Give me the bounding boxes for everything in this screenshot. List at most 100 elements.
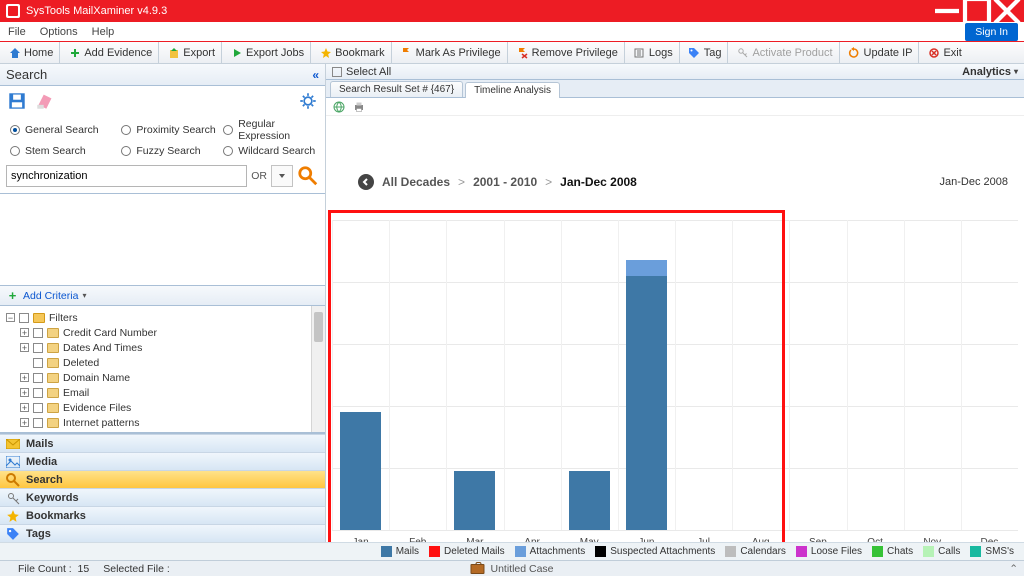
legend-label: Calls	[938, 546, 960, 557]
tree-item[interactable]: +Email	[2, 385, 323, 400]
remove-priv-label: Remove Privilege	[532, 47, 618, 59]
export-button[interactable]: Export	[161, 42, 222, 63]
export-icon	[167, 46, 180, 59]
exit-icon	[927, 46, 940, 59]
search-title: Search	[6, 67, 47, 82]
radio-label: Stem Search	[25, 145, 86, 157]
plus-icon	[68, 46, 81, 59]
operator-dropdown[interactable]	[271, 165, 293, 187]
radio-stem-search[interactable]: Stem Search	[10, 145, 115, 157]
radio-proximity-search[interactable]: Proximity Search	[121, 118, 217, 142]
legend-swatch	[725, 546, 736, 557]
print-icon[interactable]	[352, 100, 366, 114]
gear-icon[interactable]	[299, 92, 317, 110]
tag-button[interactable]: Tag	[682, 42, 729, 63]
nav-item-search[interactable]: Search	[0, 470, 325, 488]
nav-item-mails[interactable]: Mails	[0, 434, 325, 452]
tree-item[interactable]: +Dates And Times	[2, 340, 323, 355]
legend-swatch	[381, 546, 392, 557]
exit-button[interactable]: Exit	[921, 42, 967, 63]
tree-scrollbar[interactable]	[311, 306, 325, 432]
tree-item[interactable]: +Credit Card Number	[2, 325, 323, 340]
crumb-all[interactable]: All Decades	[382, 175, 450, 189]
exit-label: Exit	[943, 47, 961, 59]
clear-icon[interactable]	[36, 92, 54, 110]
play-icon	[230, 46, 243, 59]
add-evidence-label: Add Evidence	[84, 47, 152, 59]
activate-product-button[interactable]: Activate Product	[730, 42, 839, 63]
filters-tree[interactable]: −Filters+Credit Card Number+Dates And Ti…	[0, 306, 325, 433]
app-logo-icon	[6, 4, 20, 18]
tree-item[interactable]: Deleted	[2, 355, 323, 370]
tree-item[interactable]: +Internet patterns	[2, 415, 323, 430]
range-label-right: Jan-Dec 2008	[940, 176, 1009, 188]
update-ip-button[interactable]: Update IP	[842, 42, 920, 63]
radio-label: Wildcard Search	[238, 145, 315, 157]
logs-icon	[633, 46, 646, 59]
result-tabs: Search Result Set # {467} Timeline Analy…	[326, 80, 1024, 98]
menu-file[interactable]: File	[8, 26, 26, 38]
nav-label: Media	[26, 456, 57, 468]
add-criteria-bar[interactable]: + Add Criteria ▾	[0, 286, 325, 306]
search-button[interactable]	[297, 165, 319, 187]
tree-item[interactable]: +Domain Name	[2, 370, 323, 385]
nav-label: Tags	[26, 528, 51, 540]
plus-green-icon: +	[6, 289, 19, 302]
month-dec[interactable]: Dec	[961, 220, 1018, 530]
bookmark-button[interactable]: Bookmark	[313, 42, 392, 63]
tab-search-result[interactable]: Search Result Set # {467}	[330, 81, 463, 97]
tree-item[interactable]: +Keywords	[2, 430, 323, 433]
results-topbar: Select All Analytics ▾	[326, 64, 1024, 80]
tree-root-filters[interactable]: −Filters	[2, 310, 323, 325]
legend-swatch	[515, 546, 526, 557]
tab-timeline[interactable]: Timeline Analysis	[465, 82, 560, 98]
briefcase-icon	[470, 564, 484, 574]
nav-item-keywords[interactable]: Keywords	[0, 488, 325, 506]
add-evidence-button[interactable]: Add Evidence	[62, 42, 159, 63]
radio-regex-search[interactable]: Regular Expression	[223, 118, 319, 142]
legend-label: SMS's	[985, 546, 1014, 557]
file-count-value: 15	[78, 563, 90, 575]
month-oct[interactable]: Oct	[847, 220, 904, 530]
remove-privilege-button[interactable]: Remove Privilege	[510, 42, 625, 63]
search-input[interactable]	[6, 165, 247, 187]
chevron-down-icon: ▾	[1014, 67, 1018, 76]
select-all-checkbox[interactable]	[332, 67, 342, 77]
analytics-menu[interactable]: Analytics ▾	[962, 66, 1018, 78]
crumb-decade[interactable]: 2001 - 2010	[473, 175, 537, 189]
bookmark-label: Bookmark	[335, 47, 385, 59]
sign-in-button[interactable]: Sign In	[965, 23, 1018, 41]
logs-button[interactable]: Logs	[627, 42, 680, 63]
back-button[interactable]	[358, 174, 374, 190]
legend-swatch	[923, 546, 934, 557]
radio-wildcard-search[interactable]: Wildcard Search	[223, 145, 319, 157]
save-icon[interactable]	[8, 92, 26, 110]
export-jobs-button[interactable]: Export Jobs	[224, 42, 311, 63]
collapse-icon[interactable]: «	[312, 68, 319, 82]
close-button[interactable]	[992, 0, 1022, 22]
star-icon	[319, 46, 332, 59]
analytics-label: Analytics	[962, 66, 1011, 78]
globe-icon[interactable]	[332, 100, 346, 114]
radio-fuzzy-search[interactable]: Fuzzy Search	[121, 145, 217, 157]
menu-help[interactable]: Help	[92, 26, 115, 38]
tree-item[interactable]: +Evidence Files	[2, 400, 323, 415]
nav-item-media[interactable]: Media	[0, 452, 325, 470]
nav-item-bookmarks[interactable]: Bookmarks	[0, 506, 325, 524]
expand-up-icon[interactable]: ⌃	[1009, 563, 1018, 575]
home-button[interactable]: Home	[2, 42, 60, 63]
radio-general-search[interactable]: General Search	[10, 118, 115, 142]
nav-label: Search	[26, 474, 63, 486]
month-sep[interactable]: Sep	[789, 220, 846, 530]
month-nov[interactable]: Nov	[904, 220, 961, 530]
case-name: Untitled Case	[490, 563, 553, 575]
legend-label: Attachments	[530, 546, 586, 557]
legend-mails: Mails	[381, 546, 419, 557]
tab-label: Timeline Analysis	[474, 85, 551, 96]
mark-privilege-button[interactable]: Mark As Privilege	[394, 42, 508, 63]
nav-item-tags[interactable]: Tags	[0, 524, 325, 542]
tag-icon	[688, 46, 701, 59]
maximize-button[interactable]	[962, 0, 992, 22]
minimize-button[interactable]	[932, 0, 962, 22]
menu-options[interactable]: Options	[40, 26, 78, 38]
